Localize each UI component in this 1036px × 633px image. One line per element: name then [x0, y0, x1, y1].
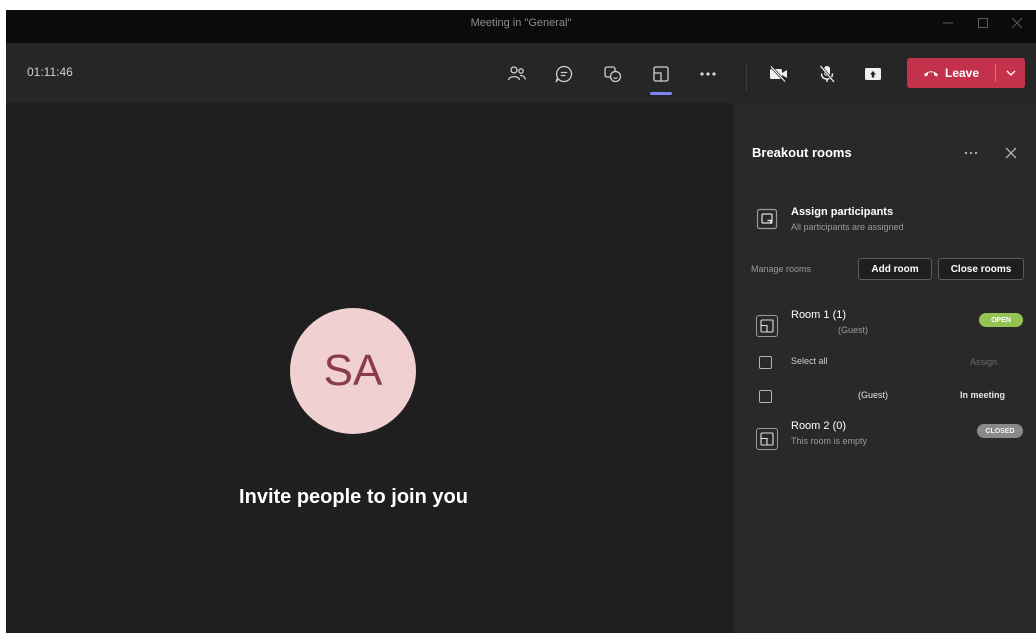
more-options-icon [700, 72, 716, 76]
active-tab-indicator [650, 92, 672, 95]
mic-toggle-button[interactable] [812, 59, 842, 89]
manage-rooms-label: Manage rooms [751, 264, 812, 274]
assign-participants-status: All participants are assigned [791, 222, 904, 232]
breakout-room-icon [760, 432, 774, 446]
close-rooms-button[interactable]: Close rooms [938, 258, 1024, 280]
participant-name: (Guest) [858, 390, 889, 400]
room-icon [756, 315, 778, 337]
invite-message: Invite people to join you [239, 486, 468, 508]
leave-main[interactable]: Leave [907, 58, 995, 88]
room-2-status-badge: CLOSED [977, 424, 1023, 438]
mic-off-icon [819, 65, 835, 83]
panel-close-button[interactable] [1002, 144, 1020, 162]
participant-checkbox[interactable] [759, 390, 772, 403]
breakout-rooms-icon [653, 66, 669, 82]
meeting-toolbar: 01:11:46 Leave [6, 43, 1036, 103]
add-room-button[interactable]: Add room [858, 258, 932, 280]
room-1-status-badge: OPEN [979, 313, 1023, 327]
reactions-icon [604, 66, 622, 83]
leave-button[interactable]: Leave [907, 58, 1025, 88]
panel-more-button[interactable] [962, 147, 980, 159]
more-options-button[interactable] [693, 59, 723, 89]
room-1-name[interactable]: Room 1 (1) [791, 309, 846, 321]
minimize-button[interactable] [933, 10, 963, 36]
breakout-rooms-panel: Breakout rooms Assign participants All p… [734, 103, 1036, 633]
maximize-icon [978, 18, 988, 28]
panel-title: Breakout rooms [752, 145, 852, 160]
leave-label: Leave [944, 66, 980, 80]
room-icon [756, 428, 778, 450]
breakout-rooms-button[interactable] [646, 59, 676, 95]
share-screen-icon [865, 68, 881, 80]
participant-status: In meeting [960, 390, 1006, 400]
share-screen-button[interactable] [858, 59, 888, 89]
select-all-label[interactable]: Select all [791, 356, 828, 366]
maximize-button[interactable] [968, 10, 998, 36]
select-all-checkbox[interactable] [759, 356, 772, 369]
minimize-icon [943, 22, 953, 24]
room-1-participants: (Guest) [838, 325, 869, 335]
room-2-participants: This room is empty [791, 436, 868, 446]
close-icon [1005, 147, 1017, 159]
phone-hangup-icon [923, 71, 938, 77]
meeting-timer: 01:11:46 [27, 65, 73, 79]
close-window-button[interactable] [1002, 10, 1032, 36]
window-title: Meeting in "General" [470, 17, 572, 29]
teams-meeting-window: Meeting in "General" 01:11:46 Leave SA I… [6, 10, 1036, 633]
close-icon [1012, 18, 1022, 28]
participants-icon [507, 66, 527, 81]
chat-button[interactable] [549, 59, 579, 89]
toolbar-divider [746, 63, 747, 91]
room-2-name[interactable]: Room 2 (0) [791, 420, 846, 432]
chevron-down-icon [1006, 70, 1015, 76]
reactions-button[interactable] [598, 59, 628, 89]
meeting-stage: SA Invite people to join you [6, 103, 734, 633]
title-bar: Meeting in "General" [6, 10, 1036, 43]
breakout-room-icon [760, 319, 774, 333]
assign-participants-button[interactable] [755, 207, 779, 231]
more-options-icon [964, 151, 978, 155]
participants-button[interactable] [502, 59, 532, 89]
assign-button[interactable]: Assign [970, 357, 997, 367]
camera-toggle-button[interactable] [764, 59, 794, 89]
camera-off-icon [770, 65, 787, 83]
avatar: SA [290, 308, 416, 434]
chat-icon [555, 65, 573, 83]
avatar-initials: SA [323, 346, 383, 395]
leave-options-dropdown[interactable] [996, 58, 1025, 88]
assign-participants-title[interactable]: Assign participants [791, 206, 893, 218]
assign-participants-icon [756, 208, 778, 230]
